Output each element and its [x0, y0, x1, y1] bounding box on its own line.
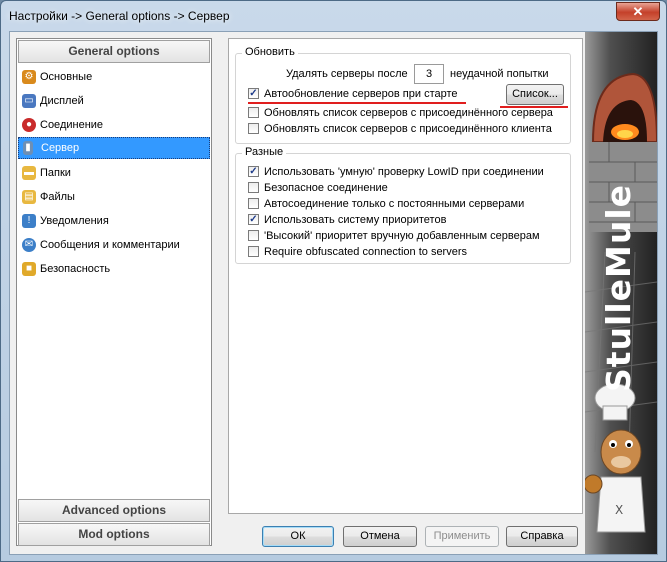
- nav-item-notifications[interactable]: ! Уведомления: [18, 210, 210, 232]
- brand-title: StulleMule: [599, 183, 638, 392]
- connection-icon: ●: [22, 118, 36, 132]
- static-servers-only-label: Автосоединение только с постоянными серв…: [264, 198, 525, 210]
- nav-item-folders[interactable]: ▬ Папки: [18, 162, 210, 184]
- nav-item-label: Уведомления: [40, 215, 109, 227]
- obfuscated-connection-label: Require obfuscated connection to servers: [264, 246, 468, 258]
- update-from-server-checkbox[interactable]: Обновлять список серверов с присоединённ…: [248, 105, 568, 121]
- apply-button[interactable]: Применить: [425, 526, 499, 547]
- advanced-options-header[interactable]: Advanced options: [18, 499, 210, 522]
- smart-lowid-label: Использовать 'умную' проверку LowID при …: [264, 166, 544, 178]
- folder-icon: ▬: [22, 166, 36, 180]
- remove-servers-label: Удалять серверы после: [286, 68, 408, 80]
- checkbox-unchecked[interactable]: [248, 182, 259, 193]
- update-from-client-checkbox[interactable]: Обновлять список серверов с присоединённ…: [248, 121, 568, 137]
- misc-group: Разные ✓ Использовать 'умную' проверку L…: [235, 146, 571, 264]
- checkbox-unchecked[interactable]: [248, 107, 259, 118]
- ok-button[interactable]: ОК: [262, 526, 334, 547]
- notification-icon: !: [22, 214, 36, 228]
- nav-item-basic[interactable]: ⚙ Основные: [18, 66, 210, 88]
- files-icon: ▤: [22, 190, 36, 204]
- annotation-underline: [248, 102, 466, 104]
- update-group-title: Обновить: [242, 46, 298, 58]
- server-options-panel: Обновить Удалять серверы после 3 неудачн…: [228, 38, 583, 514]
- mod-options-header[interactable]: Mod options: [18, 523, 210, 546]
- auto-update-servers-checkbox[interactable]: ✓ Автообновление серверов при старте: [248, 86, 478, 102]
- title-bar[interactable]: Настройки -> General options -> Сервер ✕: [1, 1, 666, 31]
- nav-item-label: Папки: [40, 167, 71, 179]
- checkbox-unchecked[interactable]: [248, 123, 259, 134]
- cancel-button[interactable]: Отмена: [343, 526, 417, 547]
- nav-item-label: Сервер: [41, 142, 80, 154]
- window-title: Настройки -> General options -> Сервер: [9, 9, 230, 23]
- failed-attempts-label: неудачной попытки: [450, 68, 549, 80]
- obfuscated-connection-checkbox[interactable]: Require obfuscated connection to servers: [248, 244, 568, 260]
- checkbox-checked[interactable]: ✓: [248, 214, 259, 225]
- secure-connection-label: Безопасное соединение: [264, 182, 388, 194]
- checkbox-unchecked[interactable]: [248, 246, 259, 257]
- secure-connection-checkbox[interactable]: Безопасное соединение: [248, 180, 568, 196]
- options-navigation: General options ⚙ Основные ▭ Дисплей ● С…: [16, 38, 212, 546]
- server-icon: ▮: [23, 141, 33, 155]
- close-button[interactable]: ✕: [616, 2, 660, 21]
- nav-item-label: Файлы: [40, 191, 75, 203]
- lock-icon: ■: [22, 262, 36, 276]
- high-priority-manual-checkbox[interactable]: 'Высокий' приоритет вручную добавленным …: [248, 228, 568, 244]
- misc-group-title: Разные: [242, 146, 287, 158]
- nav-item-files[interactable]: ▤ Файлы: [18, 186, 210, 208]
- nav-item-connection[interactable]: ● Соединение: [18, 114, 210, 136]
- auto-update-servers-label: Автообновление серверов при старте: [264, 88, 458, 100]
- nav-item-label: Сообщения и комментарии: [40, 239, 180, 251]
- update-from-client-label: Обновлять список серверов с присоединённ…: [264, 123, 552, 135]
- nav-item-label: Дисплей: [40, 95, 84, 107]
- nav-item-label: Соединение: [40, 119, 104, 131]
- remove-servers-count-input[interactable]: 3: [414, 64, 444, 84]
- nav-item-label: Безопасность: [40, 263, 111, 275]
- dialog-client-area: General options ⚙ Основные ▭ Дисплей ● С…: [9, 31, 658, 555]
- update-from-server-label: Обновлять список серверов с присоединённ…: [264, 107, 553, 119]
- general-options-header[interactable]: General options: [18, 40, 210, 63]
- checkbox-unchecked[interactable]: [248, 198, 259, 209]
- svg-text:X: X: [615, 503, 623, 517]
- settings-window: Настройки -> General options -> Сервер ✕…: [0, 0, 667, 562]
- smart-lowid-checkbox[interactable]: ✓ Использовать 'умную' проверку LowID пр…: [248, 164, 568, 180]
- help-button[interactable]: Справка: [506, 526, 578, 547]
- high-priority-manual-label: 'Высокий' приоритет вручную добавленным …: [264, 230, 540, 242]
- nav-item-messages[interactable]: ✉ Сообщения и комментарии: [18, 234, 210, 256]
- nav-item-display[interactable]: ▭ Дисплей: [18, 90, 210, 112]
- checkbox-unchecked[interactable]: [248, 230, 259, 241]
- nav-item-security[interactable]: ■ Безопасность: [18, 258, 210, 280]
- checkbox-checked[interactable]: ✓: [248, 88, 259, 99]
- server-list-button[interactable]: Список...: [506, 84, 564, 105]
- priority-system-label: Использовать систему приоритетов: [264, 214, 447, 226]
- messages-icon: ✉: [22, 238, 36, 252]
- update-group: Обновить Удалять серверы после 3 неудачн…: [235, 46, 571, 144]
- gear-icon: ⚙: [22, 70, 36, 84]
- priority-system-checkbox[interactable]: ✓ Использовать систему приоритетов: [248, 212, 568, 228]
- static-servers-only-checkbox[interactable]: Автосоединение только с постоянными серв…: [248, 196, 568, 212]
- nav-item-label: Основные: [40, 71, 93, 83]
- brand-banner: X StulleMule: [585, 32, 657, 554]
- close-icon: ✕: [632, 4, 644, 19]
- monitor-icon: ▭: [22, 94, 36, 108]
- nav-item-server[interactable]: ▮ Сервер: [18, 137, 210, 159]
- checkbox-checked[interactable]: ✓: [248, 166, 259, 177]
